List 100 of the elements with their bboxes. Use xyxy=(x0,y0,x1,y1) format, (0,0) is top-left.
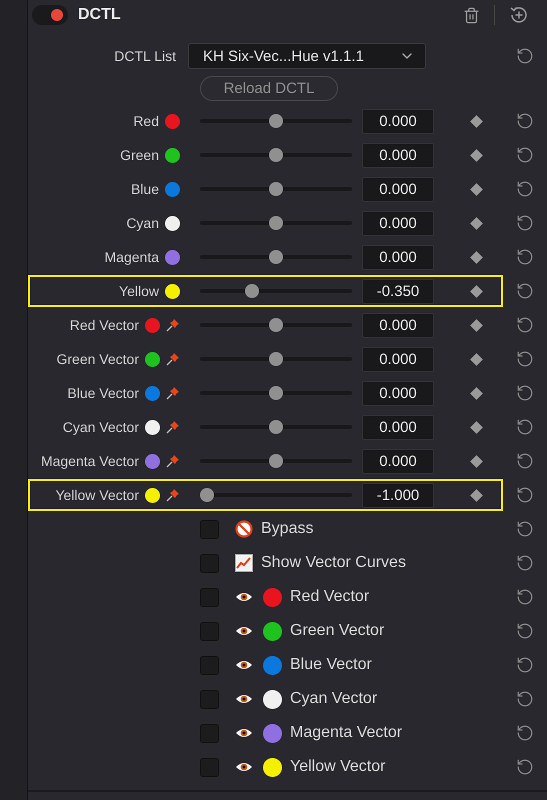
reload-button[interactable]: Reload DCTL xyxy=(200,76,338,100)
slider-label: Yellow xyxy=(118,283,159,299)
slider-track[interactable] xyxy=(200,114,352,128)
reset-icon[interactable] xyxy=(515,758,535,776)
eye-icon xyxy=(235,727,253,739)
value-field[interactable]: 0.000 xyxy=(362,312,434,338)
reset-icon[interactable] xyxy=(515,418,535,436)
reset-icon[interactable] xyxy=(515,350,535,368)
reset-icon[interactable] xyxy=(515,656,535,674)
enable-toggle[interactable] xyxy=(32,5,68,25)
eye-icon xyxy=(235,659,253,671)
reset-icon[interactable] xyxy=(515,588,535,606)
value-field[interactable]: 0.000 xyxy=(362,380,434,406)
keyframe-icon[interactable] xyxy=(470,148,483,162)
value-field[interactable]: -1.000 xyxy=(362,482,434,508)
slider-track[interactable] xyxy=(200,216,352,230)
slider-thumb[interactable] xyxy=(269,454,283,468)
eye-icon xyxy=(235,761,253,773)
slider-thumb[interactable] xyxy=(200,488,214,502)
reset-icon[interactable] xyxy=(515,112,535,130)
value-field[interactable]: -0.350 xyxy=(362,278,434,304)
reset-icon[interactable] xyxy=(515,146,535,164)
value-field[interactable]: 0.000 xyxy=(362,244,434,270)
value-field[interactable]: 0.000 xyxy=(362,448,434,474)
checkbox[interactable] xyxy=(200,554,219,572)
reset-icon[interactable] xyxy=(515,282,535,300)
slider-label: Magenta Vector xyxy=(40,453,139,469)
slider-label: Yellow Vector xyxy=(54,487,139,503)
checkbox-label: Green Vector xyxy=(290,622,384,640)
slider-track[interactable] xyxy=(200,352,352,366)
reset-icon[interactable] xyxy=(515,554,535,572)
add-history-icon[interactable] xyxy=(509,5,529,25)
reset-icon[interactable] xyxy=(515,316,535,334)
checkbox-label: Bypass xyxy=(261,520,314,538)
checkbox[interactable] xyxy=(200,690,219,708)
eye-icon xyxy=(235,591,253,603)
keyframe-icon[interactable] xyxy=(470,318,483,332)
checkbox[interactable] xyxy=(200,520,219,538)
reset-icon[interactable] xyxy=(515,384,535,402)
keyframe-icon[interactable] xyxy=(470,488,483,502)
checkbox[interactable] xyxy=(200,758,219,776)
reset-icon[interactable] xyxy=(515,452,535,470)
value-field[interactable]: 0.000 xyxy=(362,108,434,134)
reset-icon[interactable] xyxy=(515,248,535,266)
keyframe-icon[interactable] xyxy=(470,250,483,264)
keyframe-icon[interactable] xyxy=(470,386,483,400)
slider-track[interactable] xyxy=(200,250,352,264)
slider-track[interactable] xyxy=(200,488,352,502)
checkbox[interactable] xyxy=(200,724,219,742)
checkbox[interactable] xyxy=(200,622,219,640)
dctl-dropdown[interactable]: KH Six-Vec...Hue v1.1.1 xyxy=(188,43,426,69)
slider-track[interactable] xyxy=(200,386,352,400)
slider-label: Red xyxy=(132,113,159,129)
checkbox[interactable] xyxy=(200,588,219,606)
slider-thumb[interactable] xyxy=(269,148,283,162)
slider-track[interactable] xyxy=(200,318,352,332)
slider-track[interactable] xyxy=(200,420,352,434)
panel-title: DCTL xyxy=(78,6,121,24)
slider-thumb[interactable] xyxy=(269,318,283,332)
keyframe-icon[interactable] xyxy=(470,420,483,434)
slider-label: Blue xyxy=(130,181,159,197)
value-field[interactable]: 0.000 xyxy=(362,346,434,372)
checkbox[interactable] xyxy=(200,656,219,674)
trash-icon[interactable] xyxy=(463,6,480,24)
slider-track[interactable] xyxy=(200,148,352,162)
keyframe-icon[interactable] xyxy=(470,182,483,196)
reset-icon[interactable] xyxy=(515,214,535,232)
slider-thumb[interactable] xyxy=(269,216,283,230)
keyframe-icon[interactable] xyxy=(470,352,483,366)
reset-icon[interactable] xyxy=(515,47,535,65)
slider-thumb[interactable] xyxy=(269,386,283,400)
eye-icon xyxy=(235,625,253,637)
checkbox-label: Blue Vector xyxy=(290,656,372,674)
value-field[interactable]: 0.000 xyxy=(362,142,434,168)
checkbox-label: Yellow Vector xyxy=(290,758,386,776)
value-field[interactable]: 0.000 xyxy=(362,210,434,236)
reset-icon[interactable] xyxy=(515,180,535,198)
checkbox-label: Cyan Vector xyxy=(290,690,378,708)
reset-icon[interactable] xyxy=(515,486,535,504)
reset-icon[interactable] xyxy=(515,690,535,708)
reset-icon[interactable] xyxy=(515,724,535,742)
keyframe-icon[interactable] xyxy=(470,216,483,230)
slider-track[interactable] xyxy=(200,182,352,196)
keyframe-icon[interactable] xyxy=(470,284,483,298)
reset-icon[interactable] xyxy=(515,622,535,640)
slider-thumb[interactable] xyxy=(269,182,283,196)
slider-thumb[interactable] xyxy=(244,284,259,298)
slider-thumb[interactable] xyxy=(269,114,283,128)
value-field[interactable]: 0.000 xyxy=(362,176,434,202)
slider-track[interactable] xyxy=(200,284,352,298)
keyframe-icon[interactable] xyxy=(470,454,483,468)
slider-thumb[interactable] xyxy=(269,420,283,434)
chart-icon xyxy=(235,554,253,572)
keyframe-icon[interactable] xyxy=(470,114,483,128)
value-field[interactable]: 0.000 xyxy=(362,414,434,440)
slider-thumb[interactable] xyxy=(269,250,283,264)
reset-icon[interactable] xyxy=(515,520,535,538)
slider-thumb[interactable] xyxy=(269,352,283,366)
slider-track[interactable] xyxy=(200,454,352,468)
slider-label: Blue Vector xyxy=(66,385,139,401)
